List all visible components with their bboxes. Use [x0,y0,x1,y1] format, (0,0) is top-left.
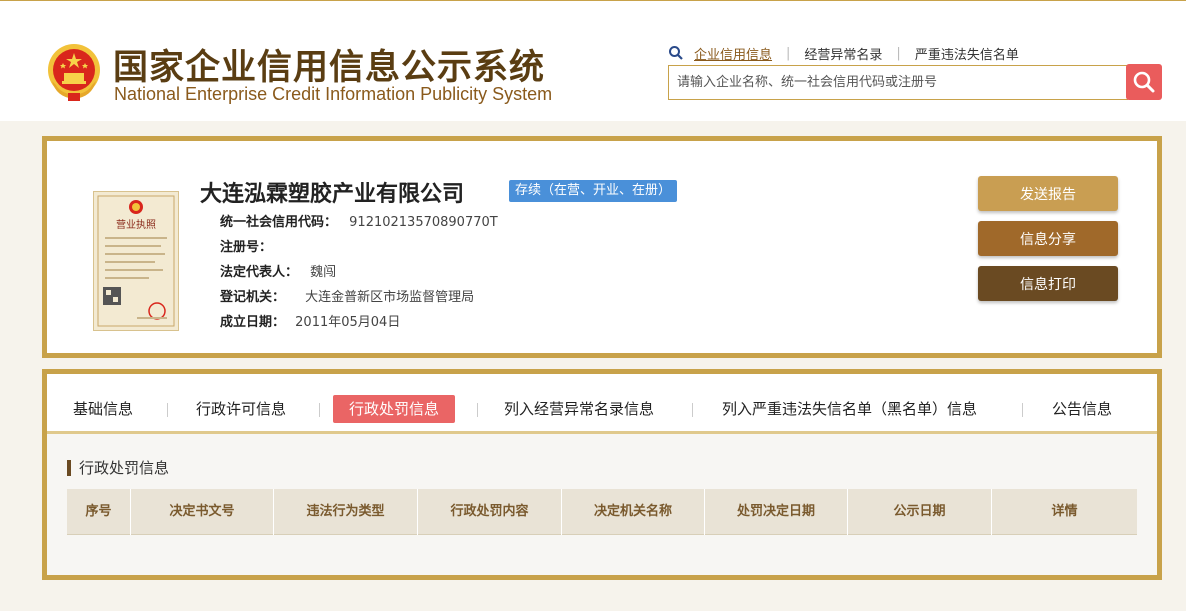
top-links: 企业信用信息 | 经营异常名录 | 严重违法失信名单 [668,43,1019,63]
tabs-panel: 基础信息 行政许可信息 行政处罚信息 列入经营异常名录信息 列入严重违法失信名单… [42,369,1162,580]
field-founded-date: 成立日期： 2011年05月04日 [220,311,400,330]
tab-basic-info[interactable]: 基础信息 [73,395,133,423]
tab-bar: 基础信息 行政许可信息 行政处罚信息 列入经营异常名录信息 列入严重违法失信名单… [47,374,1157,434]
field-label: 法定代表人： [220,265,299,280]
field-label: 登记机关： [220,290,286,305]
search-input[interactable] [669,66,1127,99]
tab-separator [167,403,168,417]
license-title: 营业执照 [116,218,156,231]
link-enterprise-credit[interactable]: 企业信用信息 [694,44,772,63]
site-header: 国家企业信用信息公示系统 National Enterprise Credit … [0,0,1186,121]
field-value: 大连金普新区市场监督管理局 [305,290,475,305]
tab-separator [477,403,478,417]
search-small-icon [669,46,683,60]
column-header: 详情 [1051,504,1078,519]
tab-separator [1022,403,1023,417]
send-report-button[interactable]: 发送报告 [978,176,1118,211]
search-button[interactable] [1126,64,1162,100]
tab-announcement[interactable]: 公告信息 [1052,395,1112,423]
print-info-button[interactable]: 信息打印 [978,266,1118,301]
field-value: 91210213570890770T [349,215,498,230]
tab-separator [319,403,320,417]
company-panel: 营业执照 大连泓霖塑胶产业有限公司 存续（在营、开业、在册） 统一社会信用代码：… [42,136,1162,358]
column-header: 序号 [67,489,131,535]
column-header: 行政处罚内容 [418,489,562,535]
field-credit-code: 统一社会信用代码： 91210213570890770T [220,211,498,230]
field-value: 2011年05月04日 [295,315,401,330]
tab-abnormal-operation[interactable]: 列入经营异常名录信息 [504,395,654,423]
national-emblem-icon [48,44,100,101]
field-reg-authority: 登记机关： 大连金普新区市场监督管理局 [220,286,474,305]
site-title-cn: 国家企业信用信息公示系统 [113,48,546,88]
tab-blacklist[interactable]: 列入严重违法失信名单（黑名单）信息 [722,395,977,423]
link-abnormal-operation[interactable]: 经营异常名录 [804,44,882,63]
column-header: 决定机关名称 [562,489,705,535]
field-label: 统一社会信用代码： [220,215,338,230]
column-header: 违法行为类型 [274,489,418,535]
column-header: 公示日期 [848,489,992,535]
link-separator: | [896,45,901,61]
link-serious-violation[interactable]: 严重违法失信名单 [915,44,1019,63]
tab-admin-license[interactable]: 行政许可信息 [196,395,286,423]
company-name: 大连泓霖塑胶产业有限公司 [200,182,465,207]
link-separator: | [786,45,791,61]
field-value: 魏闯 [310,265,337,280]
business-license-icon: 营业执照 [93,191,179,331]
column-header: 处罚决定日期 [705,489,848,535]
tab-admin-penalty[interactable]: 行政处罚信息 [333,395,456,423]
tab-separator [692,403,693,417]
share-info-button[interactable]: 信息分享 [978,221,1118,256]
search-box [668,65,1128,100]
status-badge: 存续（在营、开业、在册） [509,180,678,202]
search-icon [1133,71,1155,93]
field-label: 成立日期： [220,315,286,330]
section-title: 行政处罚信息 [67,460,169,476]
field-reg-number: 注册号： [220,236,272,255]
penalty-table-header: 序号 决定书文号 违法行为类型 行政处罚内容 决定机关名称 处罚决定日期 公示日… [67,489,1137,535]
site-title-en: National Enterprise Credit Information P… [114,84,553,104]
column-header: 决定书文号 [131,489,274,535]
field-label: 注册号： [220,240,273,255]
field-legal-rep: 法定代表人： 魏闯 [220,261,336,280]
